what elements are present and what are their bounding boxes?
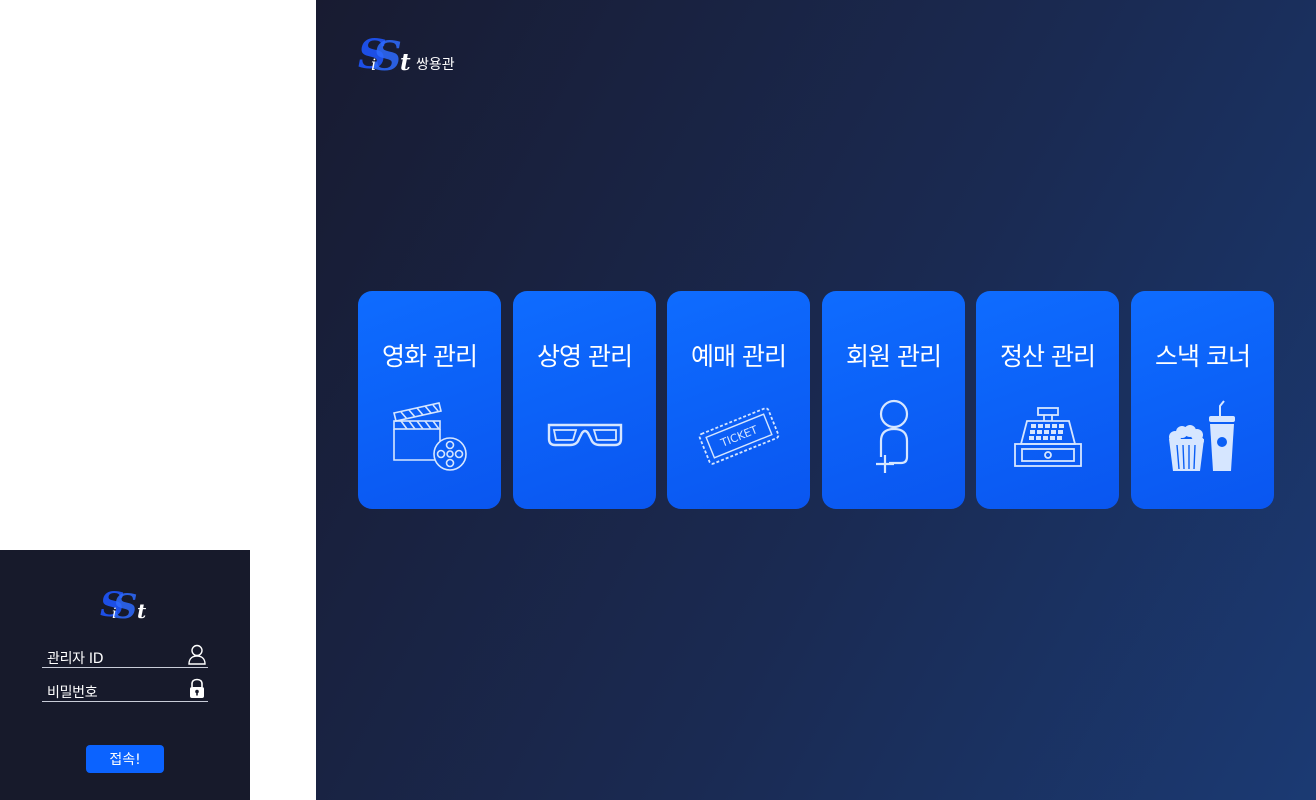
svg-text:i: i <box>371 55 376 74</box>
card-label: 정산 관리 <box>1000 342 1096 371</box>
card-label: 상영 관리 <box>537 342 633 371</box>
card-label: 스낵 코너 <box>1155 342 1251 371</box>
movie-management-card[interactable]: 영화 관리 <box>358 291 501 509</box>
svg-text:S: S <box>373 33 402 76</box>
member-management-card[interactable]: 회원 관리 <box>822 291 965 509</box>
add-member-icon <box>853 397 935 473</box>
svg-text:t: t <box>137 599 147 623</box>
snack-corner-card[interactable]: 스낵 코너 <box>1131 291 1274 509</box>
booking-management-card[interactable]: 예매 관리 TICKET <box>667 291 810 509</box>
admin-id-field[interactable]: 관리자 ID <box>42 643 208 668</box>
login-button[interactable]: 접속! <box>86 745 164 773</box>
screening-management-card[interactable]: 상영 관리 <box>513 291 656 509</box>
svg-text:i: i <box>112 606 116 622</box>
card-label: 예매 관리 <box>691 342 787 371</box>
admin-id-label: 관리자 ID <box>47 651 104 667</box>
brand-logo: S S i t <box>358 30 414 80</box>
password-field[interactable]: 비밀번호 <box>42 677 208 702</box>
password-label: 비밀번호 <box>47 685 98 701</box>
card-label: 영화 관리 <box>382 342 478 371</box>
cash-register-icon <box>1007 397 1089 473</box>
settlement-management-card[interactable]: 정산 관리 <box>976 291 1119 509</box>
3d-glasses-icon <box>544 397 626 473</box>
user-icon <box>187 644 207 665</box>
lock-icon <box>187 678 207 699</box>
ticket-text: TICKET <box>718 423 760 450</box>
film-clapper-reel-icon <box>389 397 471 473</box>
ticket-icon: TICKET <box>698 397 780 473</box>
svg-text:S: S <box>113 587 138 623</box>
card-label: 회원 관리 <box>846 342 942 371</box>
svg-text:t: t <box>400 49 411 76</box>
main-panel: S S i t 쌍용관 영화 관리 상영 관리 예매 관리 TICKET 회원 … <box>316 0 1316 800</box>
popcorn-drink-icon <box>1162 397 1244 473</box>
brand-name: 쌍용관 <box>416 57 455 73</box>
login-logo: S S i t <box>100 583 150 627</box>
